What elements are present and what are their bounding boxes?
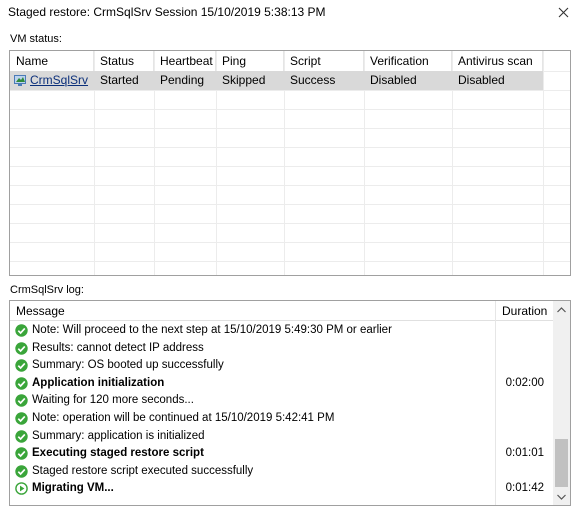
success-check-icon <box>15 341 28 355</box>
vm-status-value: Started <box>100 73 139 87</box>
vm-col-antivirus[interactable]: Antivirus scan <box>452 51 543 71</box>
log-row[interactable]: Summary: application is initialized <box>10 428 554 446</box>
log-message: Waiting for 120 more seconds... <box>32 394 194 407</box>
log-message: Staged restore script executed successfu… <box>32 464 254 477</box>
vm-name-text[interactable]: CrmSqlSrv <box>30 73 88 87</box>
success-check-icon <box>15 429 28 443</box>
close-icon <box>558 6 569 21</box>
vm-antivirus-value: Disabled <box>458 73 505 87</box>
grid-row-line <box>10 147 570 148</box>
log-message: Migrating VM... <box>32 482 114 495</box>
in-progress-play-icon <box>15 482 28 496</box>
success-check-icon <box>15 447 28 460</box>
scroll-up-button[interactable] <box>553 301 570 318</box>
vm-col-verification[interactable]: Verification <box>364 51 452 71</box>
log-col-message[interactable]: Message <box>10 301 65 321</box>
grid-row-line <box>10 242 570 243</box>
log-row[interactable]: Staged restore script executed successfu… <box>10 463 554 481</box>
log-message: Results: cannot detect IP address <box>32 341 204 354</box>
log-row[interactable]: Application initialization 0:02:00 <box>10 375 554 393</box>
window-title: Staged restore: CrmSqlSrv Session 15/10/… <box>8 5 326 19</box>
vm-heartbeat-value: Pending <box>160 73 205 87</box>
vm-col-ping[interactable]: Ping <box>216 51 284 71</box>
log-duration: 0:01:01 <box>505 447 544 460</box>
vm-script-value: Success <box>290 73 336 87</box>
log-message: Note: operation will be continued at 15/… <box>32 412 335 424</box>
success-check-icon <box>15 377 28 390</box>
log-duration: 0:01:42 <box>505 482 544 495</box>
vm-name-link[interactable]: CrmSqlSrv <box>24 71 88 90</box>
grid-row-line <box>10 128 570 129</box>
grid-row-line <box>10 223 570 224</box>
scroll-thumb[interactable] <box>555 439 568 487</box>
grid-row-line <box>10 109 570 110</box>
log-duration: 0:02:00 <box>505 376 544 389</box>
grid-row-line <box>10 166 570 167</box>
chevron-down-icon <box>557 494 566 500</box>
vm-ping-value: Skipped <box>222 73 266 87</box>
vm-col-status[interactable]: Status <box>94 51 154 71</box>
log-row[interactable]: Migrating VM... 0:01:42 <box>10 480 554 498</box>
log-message: Summary: application is initialized <box>32 429 205 442</box>
grid-row-line <box>10 261 570 262</box>
log-row[interactable]: Executing staged restore script 0:01:01 <box>10 445 554 463</box>
log-row[interactable]: Note: Will proceed to the next step at 1… <box>10 322 554 340</box>
log-header: Message Duration <box>10 301 554 321</box>
vm-col-heartbeat[interactable]: Heartbeat <box>154 51 216 71</box>
success-check-icon <box>15 359 28 372</box>
log-message: Application initialization <box>32 376 165 389</box>
window-titlebar: Staged restore: CrmSqlSrv Session 15/10/… <box>0 0 580 26</box>
vm-log-grid[interactable]: Message Duration Note: Will proceed to t… <box>9 300 571 506</box>
grid-row-line <box>10 185 570 186</box>
success-check-icon <box>15 412 28 425</box>
log-col-duration[interactable]: Duration <box>496 301 547 321</box>
log-message: Note: Will proceed to the next step at 1… <box>32 324 392 336</box>
success-check-icon <box>15 394 28 408</box>
log-row[interactable]: Results: cannot detect IP address <box>10 340 554 358</box>
chevron-up-icon <box>557 306 566 312</box>
vm-status-grid[interactable]: Name Status Heartbeat Ping Script Verifi… <box>9 50 571 276</box>
log-message: Executing staged restore script <box>32 447 204 460</box>
vm-col-script[interactable]: Script <box>284 51 364 71</box>
success-check-icon <box>15 465 28 478</box>
vm-verification-value: Disabled <box>370 73 417 87</box>
close-button[interactable] <box>546 0 580 26</box>
grid-row-line <box>10 90 570 91</box>
grid-row-line <box>10 204 570 205</box>
success-check-icon <box>15 324 28 337</box>
log-scrollbar[interactable] <box>553 301 570 505</box>
log-message: Summary: OS booted up successfully <box>32 359 224 372</box>
vm-log-label: CrmSqlSrv log: <box>10 284 84 296</box>
log-row[interactable]: Note: operation will be continued at 15/… <box>10 410 554 428</box>
scroll-down-button[interactable] <box>553 488 570 505</box>
vm-status-label: VM status: <box>10 33 62 45</box>
log-row[interactable]: Summary: OS booted up successfully <box>10 357 554 375</box>
log-row[interactable]: Waiting for 120 more seconds... <box>10 392 554 410</box>
vm-col-name[interactable]: Name <box>10 51 94 71</box>
